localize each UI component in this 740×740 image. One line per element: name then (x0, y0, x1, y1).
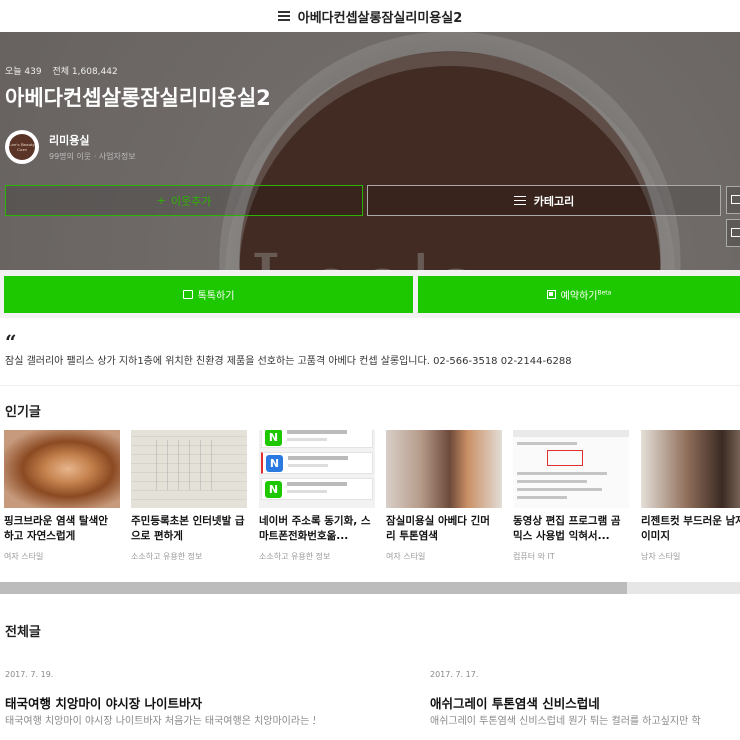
naver-app-icon: N (265, 481, 282, 498)
card-category: 소소하고 유용한 정보 (131, 552, 203, 561)
quote-icon: “ (5, 330, 17, 354)
avatar[interactable]: Lee's Beauty Care (5, 130, 39, 164)
calendar-icon (546, 290, 556, 299)
visitor-stats: 오늘 439 전체 1,608,442 (5, 64, 126, 77)
post-title[interactable]: 애쉬그레이 투톤염색 신비스럽네 (430, 693, 740, 712)
card-thumbnail[interactable] (131, 430, 247, 508)
beta-badge: Beta (597, 289, 612, 297)
popular-card[interactable]: 핑크브라운 염색 탈색안 하고 자연스럽게 여자 스타일 (4, 430, 120, 562)
post-title[interactable]: 태국여행 치앙마이 야시장 나이트바자 (5, 693, 315, 712)
card-title[interactable]: 네이버 주소록 동기화, 스마트폰전화번호옮... (259, 514, 375, 544)
share-button[interactable] (726, 186, 740, 214)
post-item[interactable]: 2017. 7. 17. 애쉬그레이 투톤염색 신비스럽네 애쉬그레이 투톤염색… (430, 670, 740, 728)
avatar-logo: Lee's Beauty Care (9, 134, 35, 160)
pencil-icon (731, 228, 740, 237)
talktalk-button[interactable]: 톡톡하기 (4, 276, 413, 313)
popular-card[interactable]: N N N 네이버 주소록 동기화, 스마트폰전화번호옮... 소소하고 유용한… (259, 430, 375, 562)
card-category: 컴퓨터 와 IT (513, 552, 555, 561)
naver-app-icon: N (265, 430, 282, 446)
menu-icon[interactable] (277, 11, 290, 21)
popular-card[interactable]: 동영상 편집 프로그램 곰믹스 사용법 익혀서... 컴퓨터 와 IT (513, 430, 629, 562)
category-button[interactable]: 카테고리 (367, 185, 721, 216)
post-excerpt[interactable]: 애쉬그레이 투톤염색 신비스럽네 뭔가 튀는 컬러를 하고싶지만 학 (430, 715, 740, 728)
plus-icon: + (156, 194, 166, 207)
owner-subinfo: 99명의 이웃 · 사업자정보 (49, 152, 136, 161)
list-icon (513, 195, 526, 206)
card-category: 여자 스타일 (386, 552, 426, 561)
share-icon (731, 195, 740, 204)
owner-profile[interactable]: Lee's Beauty Care 리미용실 99명의 이웃 · 사업자정보 (5, 130, 136, 164)
card-category: 여자 스타일 (4, 552, 44, 561)
booking-button[interactable]: 예약하기Beta (418, 276, 740, 313)
stats-today: 오늘 439 (5, 67, 42, 77)
top-bar: 아베다컨셉살롱잠실리미용실2 (0, 0, 740, 32)
add-neighbor-button[interactable]: + 이웃추가 (5, 185, 363, 216)
popular-heading: 인기글 (5, 405, 41, 420)
all-posts-heading: 전체글 (5, 625, 41, 640)
popular-carousel[interactable]: 핑크브라운 염색 탈색안 하고 자연스럽게 여자 스타일 주민등록초본 인터넷발… (4, 430, 740, 565)
card-title[interactable]: 주민등록초본 인터넷발 급으로 편하게 (131, 514, 247, 544)
blog-title[interactable]: 아베다컨셉살롱잠실리미용실2 (5, 82, 271, 112)
intro-text: 잠실 갤러리아 팰리스 상가 지하1층에 위치한 친환경 제품을 선호하는 고품… (5, 356, 572, 367)
card-title[interactable]: 잠실미용실 아베다 긴머 리 투톤염색 (386, 514, 502, 544)
post-item[interactable]: 2017. 7. 19. 태국여행 치앙마이 야시장 나이트바자 태국여행 치앙… (5, 670, 315, 728)
card-category: 소소하고 유용한 정보 (259, 552, 331, 561)
talktalk-label: 톡톡하기 (197, 291, 235, 302)
booking-label: 예약하기 (560, 291, 598, 302)
add-neighbor-label: 이웃추가 (170, 194, 212, 208)
card-thumbnail[interactable] (641, 430, 740, 508)
popular-card[interactable]: 리젠트컷 부드러운 남자 이미지 남자 스타일 (641, 430, 740, 562)
stats-total: 전체 1,608,442 (52, 67, 118, 77)
post-date: 2017. 7. 17. (430, 670, 479, 679)
card-title[interactable]: 핑크브라운 염색 탈색안 하고 자연스럽게 (4, 514, 120, 544)
scrollbar-thumb[interactable] (0, 582, 627, 594)
card-thumbnail[interactable]: N N N (259, 430, 375, 508)
popular-card[interactable]: 주민등록초본 인터넷발 급으로 편하게 소소하고 유용한 정보 (131, 430, 247, 562)
write-button[interactable] (726, 219, 740, 247)
card-title[interactable]: 리젠트컷 부드러운 남자 이미지 (641, 514, 740, 544)
blog-intro: “ 잠실 갤러리아 팰리스 상가 지하1층에 위치한 친환경 제품을 선호하는 … (0, 320, 740, 386)
post-date: 2017. 7. 19. (5, 670, 54, 679)
post-excerpt[interactable]: 태국여행 치앙마이 야시장 나이트바자 처음가는 태국여행은 치앙마이라는 도시… (5, 715, 315, 728)
blog-cover: Lee's 오늘 439 전체 1,608,442 아베다컨셉살롱잠실리미용실2… (0, 32, 740, 270)
top-bar-title[interactable]: 아베다컨셉살롱잠실리미용실2 (298, 7, 463, 26)
carousel-scrollbar[interactable] (0, 582, 740, 594)
category-label: 카테고리 (533, 194, 575, 208)
card-thumbnail[interactable] (4, 430, 120, 508)
card-thumbnail[interactable] (386, 430, 502, 508)
popular-card[interactable]: 잠실미용실 아베다 긴머 리 투톤염색 여자 스타일 (386, 430, 502, 562)
naver-app-icon: N (266, 455, 283, 472)
card-title[interactable]: 동영상 편집 프로그램 곰믹스 사용법 익혀서... (513, 514, 629, 544)
card-category: 남자 스타일 (641, 552, 681, 561)
chat-icon (182, 290, 193, 299)
owner-name[interactable]: 리미용실 (49, 132, 136, 148)
action-bar: 톡톡하기 예약하기Beta (0, 270, 740, 318)
card-thumbnail[interactable] (513, 430, 629, 508)
